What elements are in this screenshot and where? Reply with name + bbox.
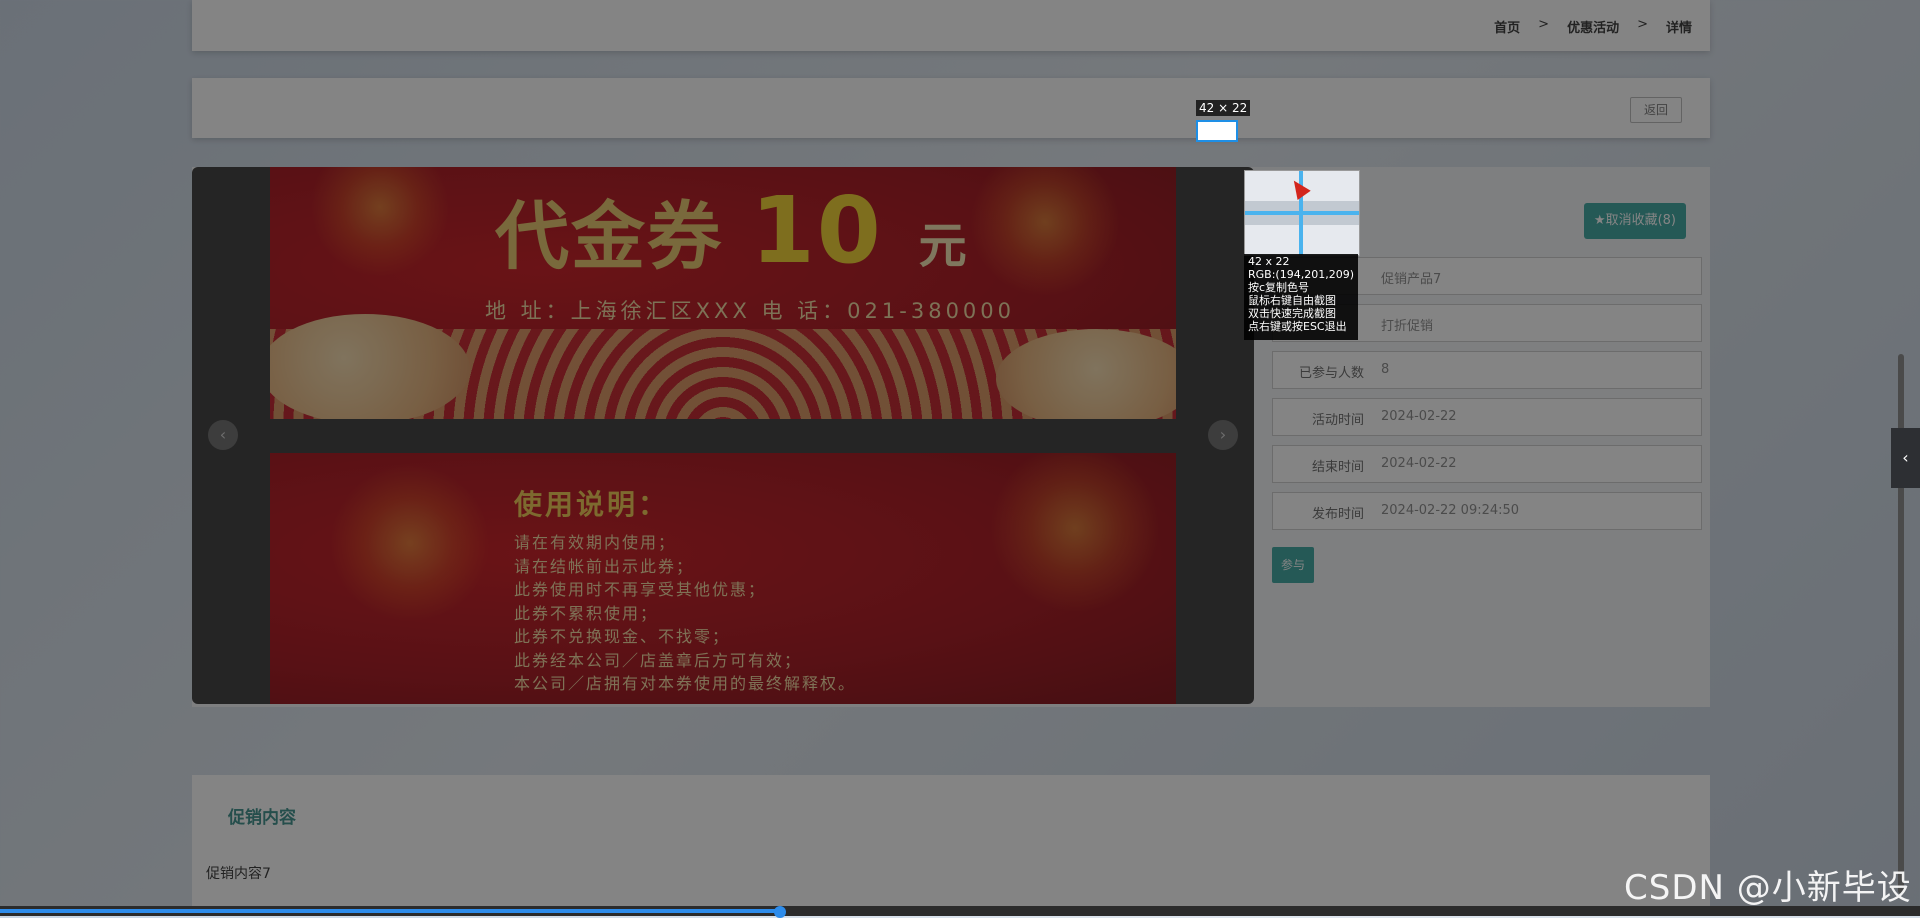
info-label: 活动时间 bbox=[1311, 413, 1364, 428]
info-value: 2024-02-22 bbox=[1381, 456, 1457, 471]
action-bar: 返回 bbox=[192, 78, 1710, 138]
chevron-left-icon: ‹ bbox=[1902, 448, 1909, 467]
firework-decoration bbox=[990, 453, 1160, 613]
magnifier-info-line: 双击快速完成截图 bbox=[1248, 307, 1336, 320]
instruction-item: 此券不累积使用； bbox=[514, 603, 659, 623]
breadcrumb-separator: > bbox=[1538, 17, 1550, 32]
content-body: 促销内容7 bbox=[206, 866, 271, 882]
instructions-banner: 使用说明： 请在有效期内使用； 请在结帐前出示此券； 此券使用时不再享受其他优惠… bbox=[270, 453, 1176, 704]
info-label: 已参与人数 bbox=[1298, 366, 1364, 381]
instruction-item: 请在结帐前出示此券； bbox=[514, 556, 695, 576]
magnifier-info-line: 按c复制色号 bbox=[1248, 281, 1310, 294]
magnifier-preview bbox=[1244, 170, 1360, 256]
info-value: 打折促销 bbox=[1381, 319, 1434, 334]
image-carousel[interactable]: 代金券 10 元 地 址：上海徐汇区XXX 电 话：021-380000 使用说… bbox=[192, 167, 1254, 704]
unfavorite-button[interactable]: ★取消收藏(8) bbox=[1583, 203, 1686, 239]
info-value: 8 bbox=[1381, 362, 1390, 377]
voucher-address: 地 址：上海徐汇区XXX 电 话：021-380000 bbox=[485, 299, 1016, 323]
voucher-banner: 代金券 10 元 地 址：上海徐汇区XXX 电 话：021-380000 bbox=[270, 167, 1176, 419]
progress-fill bbox=[0, 909, 780, 913]
voucher-amount: 10 bbox=[750, 177, 883, 284]
carousel-prev-icon[interactable]: ‹ bbox=[208, 420, 238, 450]
side-panel-toggle[interactable]: ‹ bbox=[1891, 428, 1920, 488]
progress-knob[interactable] bbox=[774, 906, 786, 918]
voucher-title: 代金券 10 元 bbox=[495, 177, 969, 284]
breadcrumb-current: 详情 bbox=[1665, 21, 1692, 36]
magnifier-info-line: 鼠标右键自由截图 bbox=[1248, 294, 1336, 307]
magnifier-info-line: 点右键或按ESC退出 bbox=[1248, 320, 1347, 333]
instruction-item: 此券不兑换现金、不找零； bbox=[514, 627, 731, 646]
info-label: 结束时间 bbox=[1311, 460, 1364, 475]
voucher-unit: 元 bbox=[918, 218, 969, 274]
breadcrumb-section[interactable]: 优惠活动 bbox=[1567, 17, 1619, 36]
info-value: 促销产品7 bbox=[1381, 272, 1442, 287]
selection-size-label: 42 × 22 bbox=[1196, 100, 1251, 116]
content-title: 促销内容 bbox=[228, 808, 296, 828]
join-button[interactable]: 参与 bbox=[1272, 547, 1314, 583]
cloud-decoration bbox=[270, 314, 470, 419]
voucher-title-text: 代金券 bbox=[495, 194, 723, 280]
instruction-item: 请在有效期内使用； bbox=[514, 533, 677, 552]
instructions-title: 使用说明： bbox=[514, 488, 670, 521]
selection-box[interactable] bbox=[1196, 120, 1238, 142]
info-row-start-time: 活动时间 2024-02-22 bbox=[1272, 398, 1702, 436]
instruction-item: 本公司／店拥有对本券使用的最终解释权。 bbox=[514, 674, 857, 693]
info-row-publish-time: 发布时间 2024-02-22 09:24:50 bbox=[1272, 492, 1702, 530]
magnifier-info-line: 42 x 22 bbox=[1248, 255, 1290, 268]
instruction-item: 此券使用时不再享受其他优惠； bbox=[514, 580, 767, 599]
firework-decoration bbox=[330, 463, 490, 623]
back-button[interactable]: 返回 bbox=[1630, 97, 1682, 123]
magnifier-info: 42 x 22 RGB:(194,201,209) 按c复制色号 鼠标右键自由截… bbox=[1244, 254, 1358, 340]
info-row-end-time: 结束时间 2024-02-22 bbox=[1272, 445, 1702, 483]
instructions-list: 请在有效期内使用； 请在结帐前出示此券； 此券使用时不再享受其他优惠； 此券不累… bbox=[514, 531, 856, 696]
info-value: 2024-02-22 bbox=[1381, 409, 1457, 424]
content-section: 促销内容 促销内容7 bbox=[192, 775, 1710, 916]
page: 首页 > 优惠活动 > 详情 返回 代金券 10 元 地 址：上海徐汇区XXX … bbox=[0, 0, 1920, 918]
carousel-next-icon[interactable]: › bbox=[1208, 420, 1238, 450]
instruction-item: 此券经本公司／店盖章后方可有效； bbox=[514, 650, 803, 670]
cursor-icon bbox=[1287, 176, 1311, 200]
info-value: 2024-02-22 09:24:50 bbox=[1381, 503, 1520, 518]
magnifier-info-line: RGB:(194,201,209) bbox=[1248, 268, 1354, 281]
firework-decoration bbox=[970, 167, 1120, 297]
watermark: CSDN @小新毕设 bbox=[1624, 868, 1912, 908]
info-label: 发布时间 bbox=[1311, 507, 1364, 522]
info-row-participants: 已参与人数 8 bbox=[1272, 351, 1702, 389]
firework-decoration bbox=[310, 167, 450, 277]
breadcrumb-bar: 首页 > 优惠活动 > 详情 bbox=[192, 0, 1710, 51]
breadcrumb-separator: > bbox=[1637, 17, 1648, 32]
breadcrumb: 首页 > 优惠活动 > 详情 bbox=[1494, 17, 1692, 36]
breadcrumb-home[interactable]: 首页 bbox=[1494, 17, 1520, 36]
